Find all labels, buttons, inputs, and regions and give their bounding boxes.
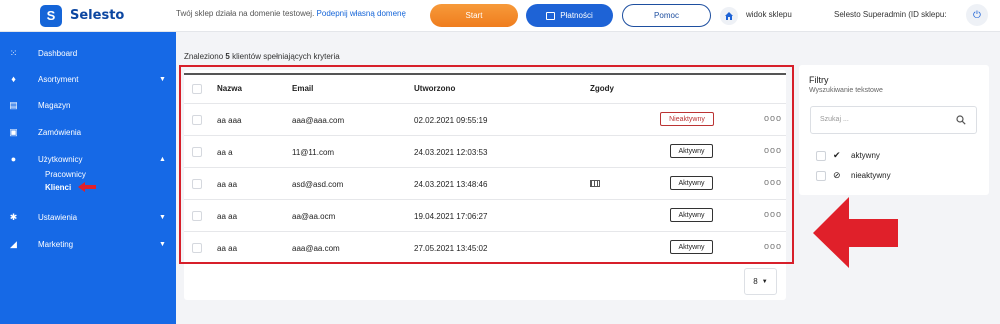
bag-icon: ▣ xyxy=(9,126,18,137)
check-icon: ✔ xyxy=(833,150,841,160)
tag-icon: ♦ xyxy=(11,74,16,84)
sidebar-item-uzytkownicy[interactable]: ● Użytkownicy ▲ xyxy=(0,150,176,168)
chevron-down-icon: ▼ xyxy=(159,75,166,83)
filter-inactive-checkbox[interactable] xyxy=(816,171,826,181)
sidebar-item-label: Dashboard xyxy=(38,48,78,58)
gear-icon: ✱ xyxy=(9,211,18,222)
warehouse-icon: ▤ xyxy=(9,99,18,110)
chevron-down-icon: ▼ xyxy=(159,240,166,248)
sidebar-item-label: Zamówienia xyxy=(38,127,82,137)
sidebar-item-zamowienia[interactable]: ▣ Zamówienia xyxy=(0,123,176,141)
sidebar-item-dashboard[interactable]: ⁙ Dashboard xyxy=(0,44,176,62)
user-icon: ● xyxy=(10,154,17,164)
search-placeholder: Szukaj ... xyxy=(820,116,849,123)
chevron-down-icon: ▼ xyxy=(761,278,768,285)
annotation-arrow-small xyxy=(78,182,96,192)
view-shop-link[interactable]: widok sklepu xyxy=(746,10,792,19)
logo-text: Selesto xyxy=(70,8,125,23)
filter-active-checkbox[interactable] xyxy=(816,151,826,161)
sidebar-subitem-klienci[interactable]: Klienci xyxy=(45,183,71,192)
payments-label: Płatności xyxy=(560,11,593,20)
sidebar-subitem-pracownicy[interactable]: Pracownicy xyxy=(45,170,86,179)
sidebar-item-label: Magazyn xyxy=(38,100,71,110)
sidebar-item-marketing[interactable]: ◢ Marketing ▼ xyxy=(0,235,176,253)
chevron-down-icon: ▼ xyxy=(159,213,166,221)
grid-icon: ⁙ xyxy=(9,47,18,58)
sidebar-item-label: Marketing xyxy=(38,239,74,249)
filters-subtitle: Wyszukiwanie tekstowe xyxy=(809,87,883,94)
domain-link[interactable]: Podepnij własną domenę xyxy=(317,9,406,18)
results-count: Znaleziono 5 klientów spełniających kryt… xyxy=(184,52,340,61)
page-size-value: 8 xyxy=(753,277,758,286)
filter-inactive-label: nieaktywny xyxy=(851,171,891,180)
user-label: Selesto Superadmin (ID sklepu: xyxy=(834,10,947,19)
page-size-select[interactable]: 8 ▼ xyxy=(744,268,777,295)
sidebar-item-label: Ustawienia xyxy=(38,212,78,222)
wallet-icon xyxy=(546,11,556,20)
results-number: 5 xyxy=(225,52,230,61)
logo-mark: S xyxy=(40,4,62,27)
results-suffix: klientów spełniających kryteria xyxy=(232,52,340,61)
filter-active-label: aktywny xyxy=(851,151,880,160)
highlight-frame xyxy=(179,65,794,264)
sidebar-item-magazyn[interactable]: ▤ Magazyn xyxy=(0,96,176,114)
home-icon[interactable] xyxy=(720,7,738,25)
annotation-arrow-large xyxy=(813,197,898,268)
search-icon[interactable] xyxy=(956,115,966,125)
filters-title: Filtry xyxy=(809,75,829,85)
sidebar-item-label: Użytkownicy xyxy=(38,154,83,164)
domain-notice: Twój sklep działa na domenie testowej. P… xyxy=(176,9,406,18)
logo[interactable]: S Selesto xyxy=(0,0,176,32)
power-icon[interactable]: ⏻ xyxy=(966,4,988,26)
results-prefix: Znaleziono xyxy=(184,52,224,61)
start-button[interactable]: Start xyxy=(430,4,518,27)
sidebar-item-label: Asortyment xyxy=(38,74,79,84)
chevron-up-icon: ▲ xyxy=(159,155,166,163)
domain-notice-text: Twój sklep działa na domenie testowej. xyxy=(176,9,315,18)
ban-icon: ⊘ xyxy=(833,170,841,180)
megaphone-icon: ◢ xyxy=(10,238,17,249)
payments-button[interactable]: Płatności xyxy=(526,4,613,27)
sidebar-item-asortyment[interactable]: ♦ Asortyment ▼ xyxy=(0,70,176,88)
sidebar: ⁙ Dashboard ♦ Asortyment ▼ ▤ Magazyn ▣ Z… xyxy=(0,32,176,324)
help-button[interactable]: Pomoc xyxy=(622,4,711,27)
sidebar-item-ustawienia[interactable]: ✱ Ustawienia ▼ xyxy=(0,208,176,226)
